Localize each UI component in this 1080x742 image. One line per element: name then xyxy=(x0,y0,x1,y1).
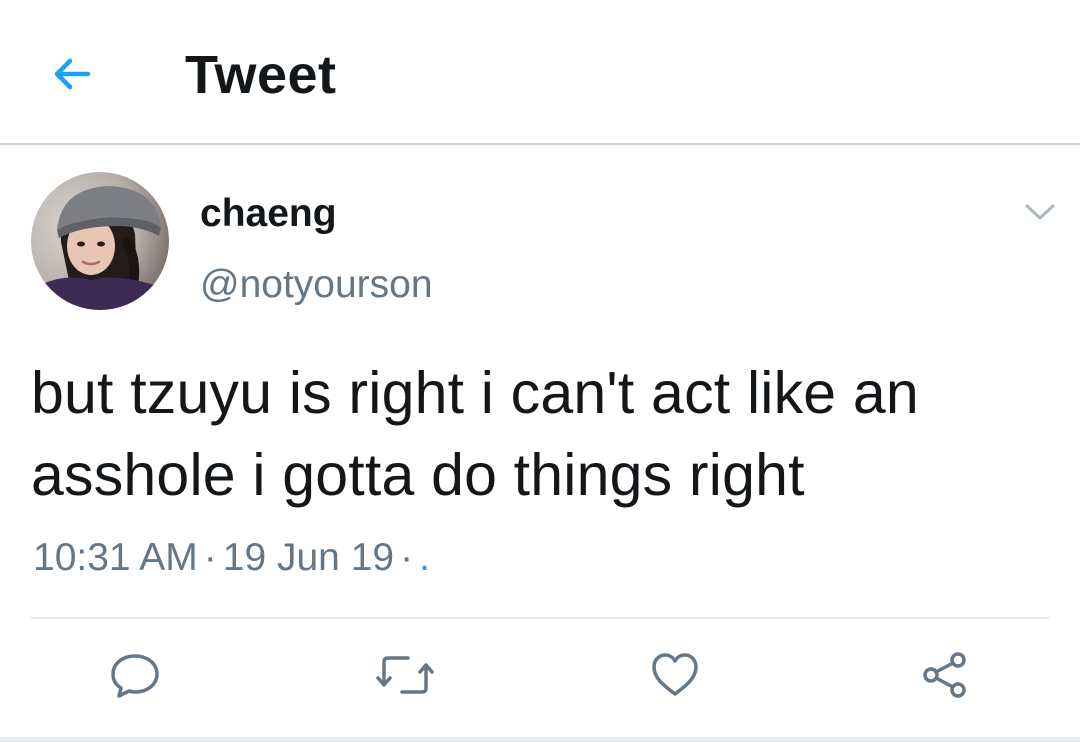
divider xyxy=(31,617,1049,619)
avatar[interactable] xyxy=(31,172,169,310)
heart-icon xyxy=(652,653,698,696)
share-button[interactable] xyxy=(910,640,980,710)
tweet-menu-button[interactable] xyxy=(1016,194,1064,230)
arrow-left-icon xyxy=(54,58,91,90)
top-app-bar: Tweet xyxy=(0,0,1080,145)
profile-photo xyxy=(31,172,169,310)
retweet-button[interactable] xyxy=(370,640,440,710)
tweet-actions-bar xyxy=(0,640,1080,714)
tweet-source[interactable]: . xyxy=(419,536,430,579)
author-handle[interactable]: @notyourson xyxy=(200,262,433,308)
speech-bubble-icon xyxy=(111,654,159,698)
separator: · xyxy=(203,536,217,579)
share-icon xyxy=(923,652,966,698)
retweet-icon xyxy=(376,656,434,694)
tweet-metadata: 10:31 AM · 19 Jun 19 ·. xyxy=(33,535,430,581)
chevron-down-icon xyxy=(1025,204,1055,220)
like-button[interactable] xyxy=(640,640,710,710)
tweet-time: 10:31 AM xyxy=(33,536,198,579)
author-display-name[interactable]: chaeng xyxy=(200,190,337,238)
tweet-date: 19 Jun 19 xyxy=(222,536,395,579)
bottom-divider xyxy=(0,737,1080,742)
reply-button[interactable] xyxy=(100,640,170,710)
back-button[interactable] xyxy=(40,42,104,106)
tweet-detail-screen: Tweet chaeng @notyourson but tzuyu is ri… xyxy=(0,0,1080,742)
tweet-text: but tzuyu is right i can't act like an a… xyxy=(31,360,919,508)
separator: · xyxy=(400,536,414,579)
page-title: Tweet xyxy=(185,45,337,105)
